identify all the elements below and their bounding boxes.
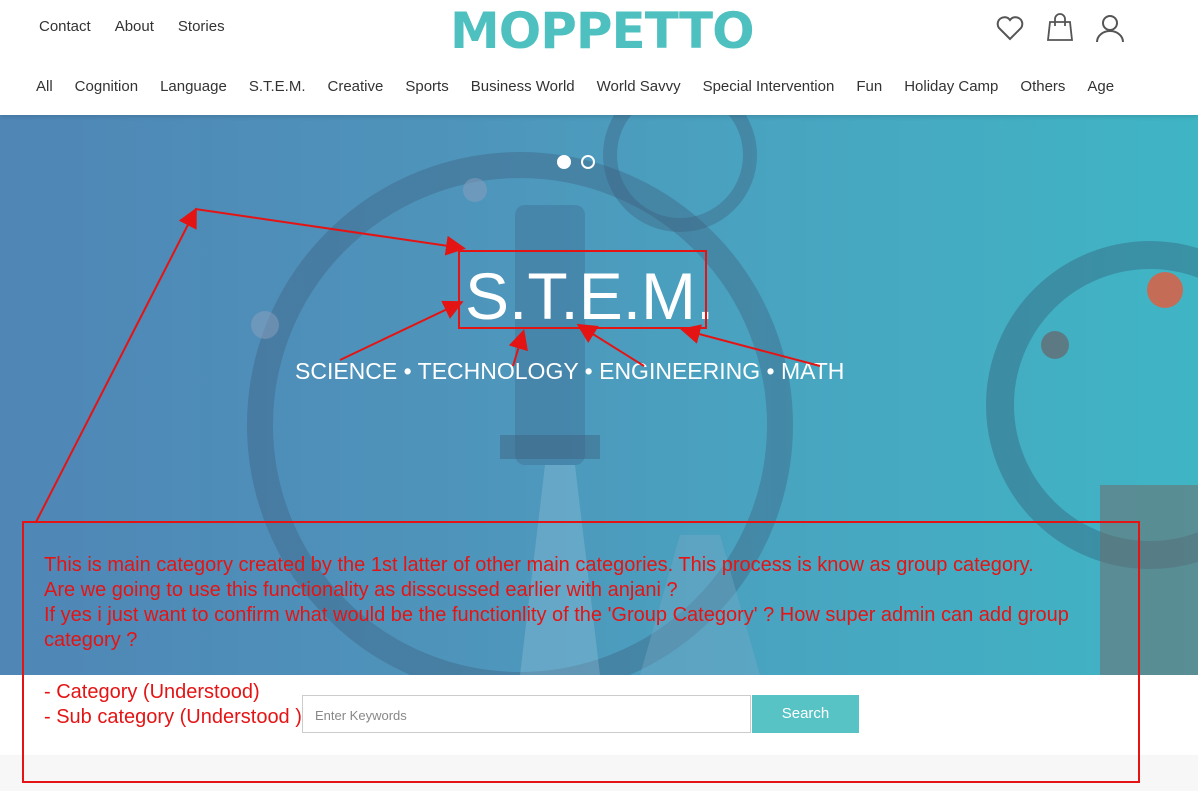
annotation-box: This is main category created by the 1st… (22, 521, 1140, 783)
category-special-intervention[interactable]: Special Intervention (703, 78, 835, 95)
annotation-line-1: This is main category created by the 1st… (44, 554, 1034, 576)
annotation-line-3: If yes i just want to confirm what would… (44, 604, 1069, 651)
top-links: Contact About Stories (39, 18, 225, 35)
category-fun[interactable]: Fun (856, 78, 882, 95)
annotation-line-2: Are we going to use this functionality a… (44, 579, 678, 601)
category-holiday-camp[interactable]: Holiday Camp (904, 78, 998, 95)
category-business-world[interactable]: Business World (471, 78, 575, 95)
category-creative[interactable]: Creative (328, 78, 384, 95)
stories-link[interactable]: Stories (178, 18, 225, 35)
category-world-savvy[interactable]: World Savvy (597, 78, 681, 95)
category-age[interactable]: Age (1087, 78, 1114, 95)
annotation-list: - Category (Understood) - Sub category (… (44, 680, 302, 730)
contact-link[interactable]: Contact (39, 18, 91, 35)
about-link[interactable]: About (115, 18, 154, 35)
heart-icon[interactable] (994, 12, 1026, 49)
user-icon[interactable] (1094, 12, 1126, 49)
hero-subtitle: SCIENCE • TECHNOLOGY • ENGINEERING • MAT… (295, 358, 845, 384)
category-nav: All Cognition Language S.T.E.M. Creative… (36, 78, 1136, 95)
logo[interactable]: MOPPETTO (450, 2, 755, 60)
category-sports[interactable]: Sports (405, 78, 448, 95)
carousel-dot-1[interactable] (557, 155, 571, 169)
site-header: Contact About Stories MOPPETTO All Cogni… (0, 0, 1198, 115)
carousel-dot-2[interactable] (581, 155, 595, 169)
hero-title: S.T.E.M. (465, 259, 715, 333)
category-others[interactable]: Others (1020, 78, 1065, 95)
header-icons (994, 12, 1126, 49)
category-language[interactable]: Language (160, 78, 227, 95)
shopping-bag-icon[interactable] (1044, 12, 1076, 49)
category-stem[interactable]: S.T.E.M. (249, 78, 306, 95)
annotation-item-category: - Category (Understood) (44, 681, 260, 703)
annotation-text: This is main category created by the 1st… (44, 553, 1124, 653)
annotation-item-subcategory: - Sub category (Understood ) (44, 706, 302, 728)
category-all[interactable]: All (36, 78, 53, 95)
category-cognition[interactable]: Cognition (75, 78, 138, 95)
carousel-dots (557, 155, 595, 169)
